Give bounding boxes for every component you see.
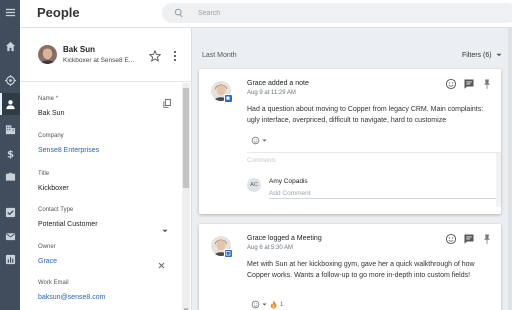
star-icon[interactable] — [148, 49, 162, 62]
emoji-icon — [251, 136, 260, 145]
field-label: Work Email — [38, 280, 69, 286]
search-input[interactable] — [198, 5, 498, 21]
field-label: Company — [38, 133, 64, 139]
card-title: Grace added a note — [247, 80, 309, 87]
contact-subtitle: Kickboxer at Sense8 E... — [63, 57, 135, 64]
details-scrollbar[interactable] — [182, 83, 190, 310]
home-icon[interactable] — [0, 35, 20, 57]
field-title: Title Kickboxer — [38, 171, 178, 192]
scroll-thumb[interactable] — [183, 88, 189, 188]
add-reaction[interactable] — [251, 136, 267, 145]
card-date: Aug 6 at 5:30 AM — [247, 245, 294, 251]
dollar-icon[interactable]: $ — [0, 142, 20, 164]
mail-icon[interactable] — [0, 225, 20, 247]
person-icon[interactable] — [0, 93, 20, 115]
card-title: Grace logged a Meeting — [247, 235, 322, 242]
emoji-icon[interactable] — [445, 232, 457, 245]
reaction-count: 1 — [280, 301, 284, 308]
card-body: Had a question about moving to Copper fr… — [247, 106, 484, 124]
fire-icon[interactable] — [269, 300, 278, 309]
commenter-avatar: AC — [247, 178, 261, 192]
app-window: $ People Search Bak Sun Kickboxer at Sen… — [0, 0, 512, 310]
feed-heading: Last Month — [202, 52, 237, 59]
comment-icon[interactable] — [463, 232, 475, 244]
checkbox-icon[interactable] — [0, 201, 20, 223]
field-work-email: Work Email baksun@sense8.com — [38, 280, 178, 301]
field-contact-type: Contact Type Potential Customer — [38, 207, 178, 233]
feed-scrollbar[interactable] — [508, 28, 512, 310]
card-actions — [445, 232, 493, 245]
target-icon[interactable] — [0, 69, 20, 91]
contact-name: Bak Sun — [63, 45, 96, 54]
card-actions — [445, 77, 493, 90]
email-link[interactable]: baksun@sense8.com — [38, 294, 178, 301]
owner-value[interactable]: Grace — [38, 258, 178, 265]
field-label: Title — [38, 171, 50, 177]
briefcase-icon[interactable] — [0, 165, 20, 187]
chevron-down-icon — [262, 303, 267, 306]
scroll-down-arrow-icon[interactable] — [183, 300, 189, 310]
pin-icon[interactable] — [481, 77, 493, 89]
commenter-name: Amy Copadis — [269, 178, 308, 185]
avatar — [38, 45, 57, 64]
chart-icon[interactable] — [0, 248, 20, 270]
contact-header: Bak Sun Kickboxer at Sense8 E... — [20, 28, 192, 82]
field-label: Name * — [38, 96, 59, 102]
chevron-down-icon — [496, 53, 502, 57]
contact-fields: Name * Bak Sun Company Sense8 Enterprise… — [20, 83, 182, 310]
activity-feed: Last Month Filters (6) Grace added a not… — [192, 28, 512, 310]
close-icon[interactable] — [158, 256, 165, 269]
add-comment-input[interactable] — [269, 189, 497, 199]
field-owner: Owner Grace — [38, 244, 178, 269]
contact-type-select[interactable]: Potential Customer — [38, 221, 178, 228]
more-options-icon[interactable] — [171, 49, 179, 62]
search-icon — [174, 8, 183, 18]
pin-icon[interactable] — [481, 232, 493, 244]
field-label: Owner — [38, 244, 56, 250]
top-header: People — [20, 0, 512, 28]
field-name: Name * Bak Sun — [38, 96, 178, 117]
left-nav: $ — [0, 0, 20, 310]
reactions[interactable]: 1 — [251, 300, 283, 309]
chevron-down-icon — [262, 139, 267, 142]
search-bar[interactable] — [162, 3, 512, 23]
comments-scrollbar[interactable] — [496, 153, 501, 207]
note-badge-icon — [224, 94, 233, 103]
contact-details-panel: Bak Sun Kickboxer at Sense8 E... Name * … — [20, 28, 192, 310]
menu-icon[interactable] — [0, 1, 20, 23]
chevron-down-icon[interactable] — [162, 221, 168, 233]
page-title: People — [37, 5, 80, 20]
filters-label: Filters (6) — [462, 52, 492, 59]
emoji-icon — [251, 300, 260, 309]
svg-text:$: $ — [6, 149, 13, 158]
field-company: Company Sense8 Enterprises — [38, 133, 178, 154]
company-link[interactable]: Sense8 Enterprises — [38, 147, 178, 154]
building-icon[interactable] — [0, 118, 20, 140]
calendar-badge-icon — [224, 249, 233, 258]
field-label: Contact Type — [38, 207, 74, 213]
comments-section: Comments AC Amy Copadis — [247, 152, 501, 207]
filters-button[interactable]: Filters (6) — [462, 52, 502, 59]
field-name-value[interactable]: Bak Sun — [38, 110, 178, 117]
comments-label: Comments — [247, 158, 277, 164]
card-date: Aug 9 at 11:29 AM — [247, 90, 296, 96]
activity-card-meeting: Grace logged a Meeting Aug 6 at 5:30 AM … — [199, 224, 501, 310]
card-body: Met with Sun at her kickboxing gym, gave… — [247, 261, 475, 279]
emoji-icon[interactable] — [445, 77, 457, 90]
copy-icon[interactable] — [163, 95, 171, 108]
activity-card-note: Grace added a note Aug 9 at 11:29 AM Had… — [199, 69, 501, 214]
comment-icon[interactable] — [463, 77, 475, 89]
field-title-value[interactable]: Kickboxer — [38, 185, 178, 192]
